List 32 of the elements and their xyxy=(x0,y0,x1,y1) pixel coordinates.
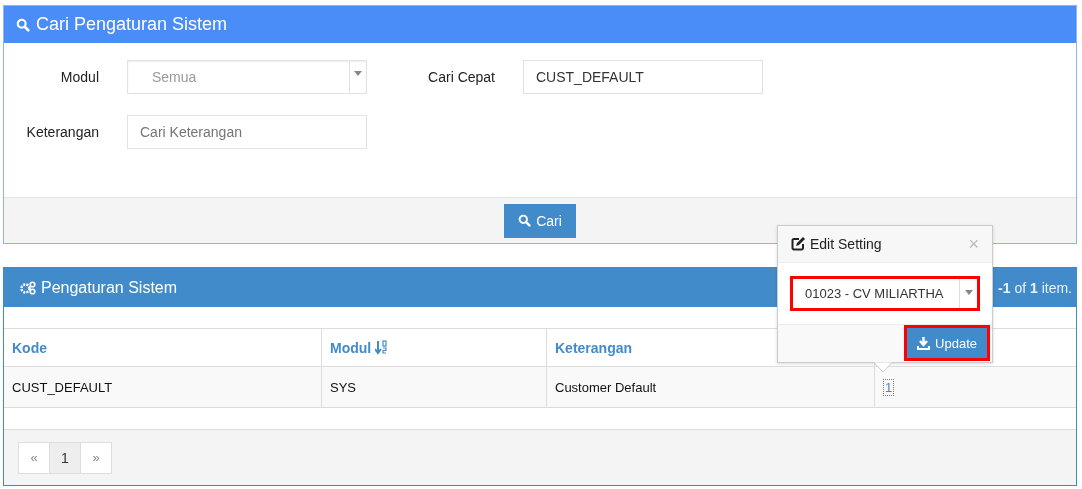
close-button[interactable]: × xyxy=(968,233,979,255)
panel-title: Pengaturan Sistem xyxy=(41,278,178,297)
table-cell: SYS xyxy=(330,379,356,395)
summary-text: -1 of 1 item. xyxy=(998,279,1072,296)
field-label: Cari Cepat xyxy=(427,68,496,87)
popover-title: Edit Setting xyxy=(810,236,882,252)
column-header[interactable]: Kode xyxy=(12,339,47,356)
input-field[interactable]: CUST_DEFAULT xyxy=(523,60,763,94)
edit-icon xyxy=(791,237,805,251)
gears-icon xyxy=(20,280,36,295)
module-select[interactable]: Semua xyxy=(127,60,367,94)
page-button[interactable]: 1 xyxy=(49,441,81,474)
customer-select[interactable]: 01023 - CV MILIARTHA xyxy=(790,276,980,311)
table-cell: Customer Default xyxy=(555,379,657,395)
panel-title: Cari Pengaturan Sistem xyxy=(36,14,228,35)
column-header[interactable]: Modul xyxy=(330,339,372,356)
editable-value-link[interactable]: 1 xyxy=(883,378,895,396)
update-button[interactable]: Update xyxy=(907,328,987,358)
search-icon xyxy=(16,17,30,32)
search-icon xyxy=(518,214,532,227)
caret-icon xyxy=(964,290,973,295)
caret-icon xyxy=(354,71,362,76)
input-field[interactable]: Cari Keterangan xyxy=(127,115,367,149)
search-button[interactable]: Cari xyxy=(504,203,576,238)
page-button[interactable]: » xyxy=(80,441,112,474)
field-label: Keterangan xyxy=(25,123,100,142)
sort-icon[interactable] xyxy=(375,340,388,355)
field-label: Modul xyxy=(59,68,100,87)
table-cell: CUST_DEFAULT xyxy=(12,379,113,395)
download-icon xyxy=(917,336,931,350)
page-button[interactable]: « xyxy=(18,441,50,474)
column-header[interactable]: Keterangan xyxy=(555,339,633,356)
